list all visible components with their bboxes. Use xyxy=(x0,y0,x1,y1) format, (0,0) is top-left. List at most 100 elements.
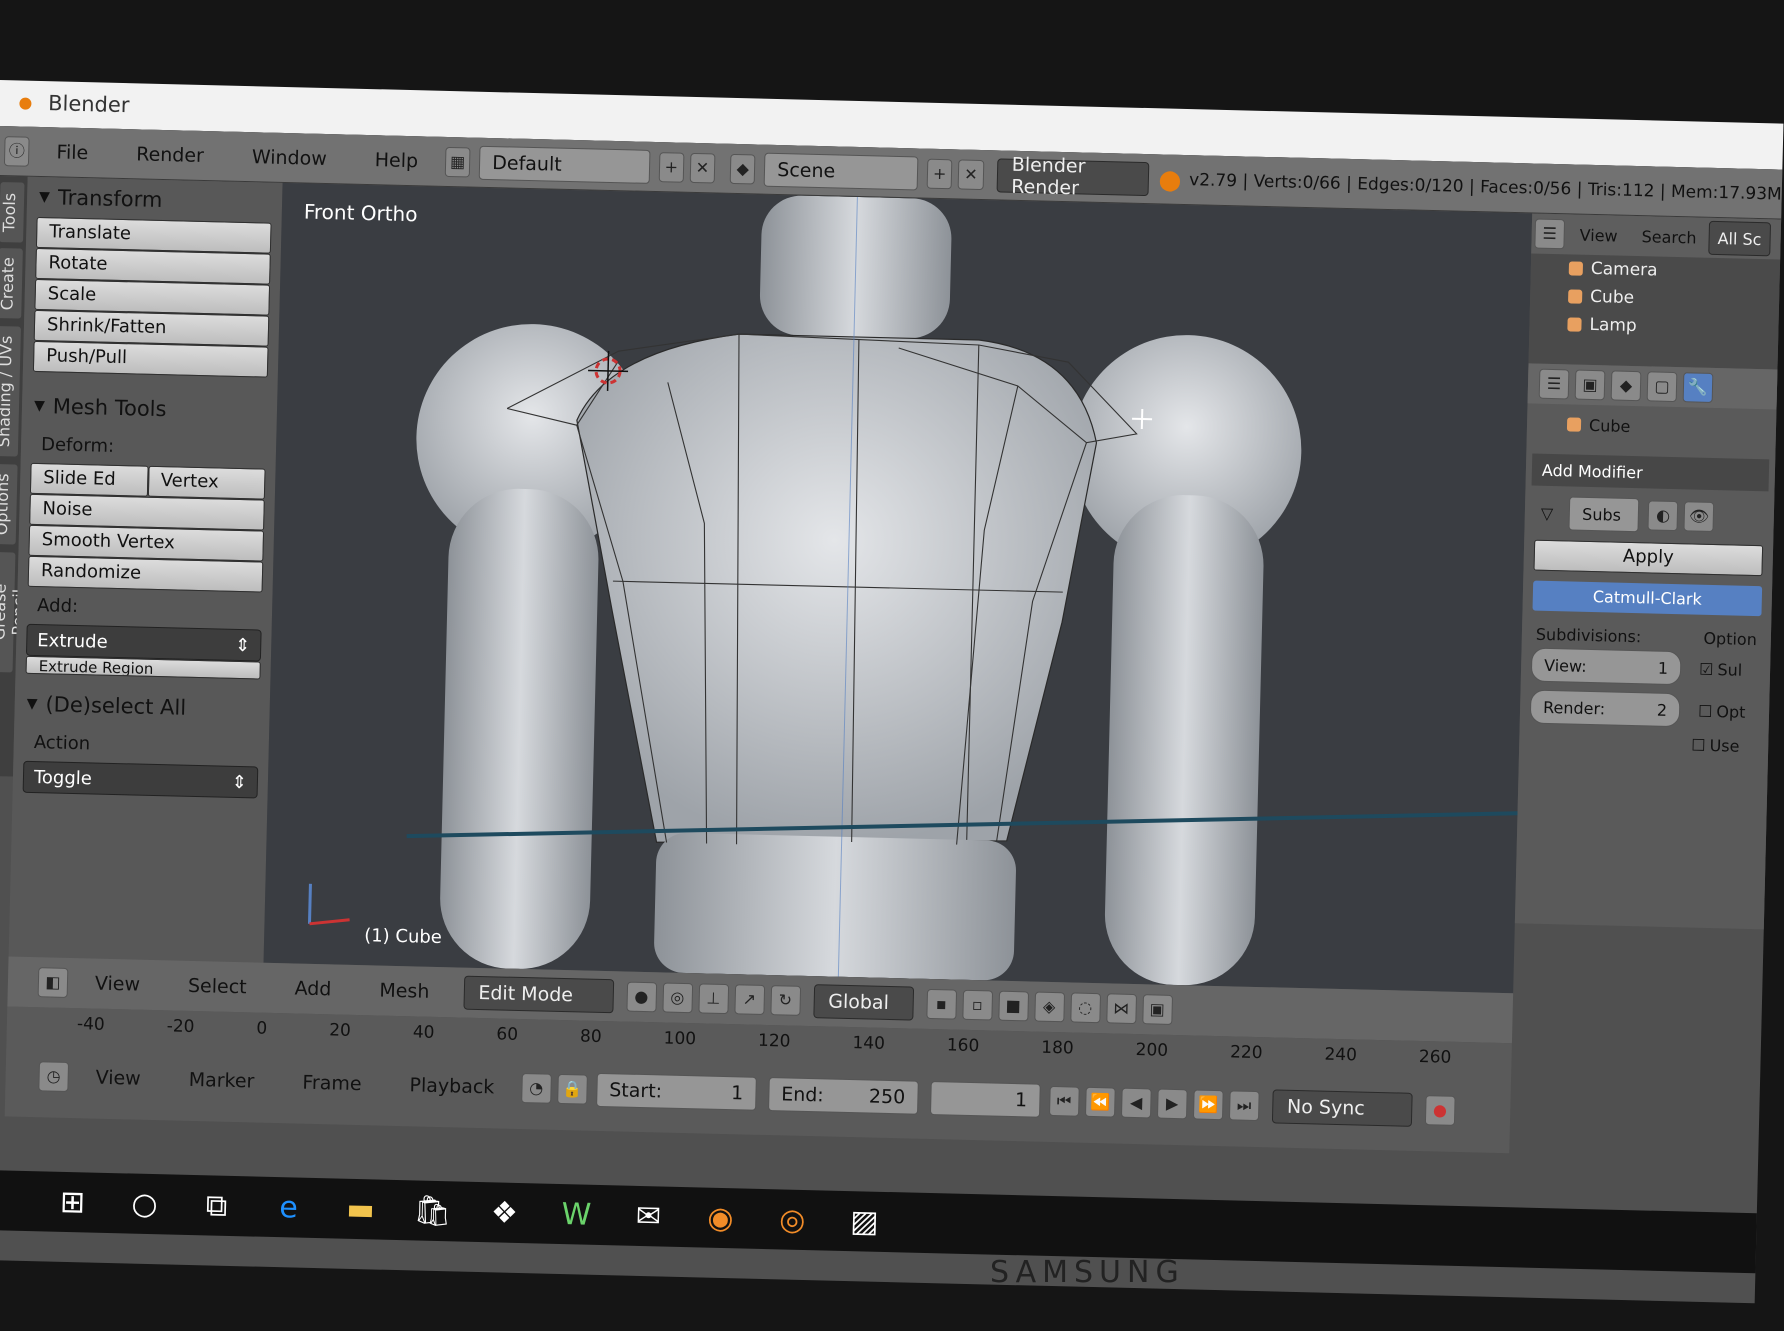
outliner-search[interactable]: Search xyxy=(1629,226,1708,247)
add-modifier-button[interactable]: Add Modifier xyxy=(1531,453,1770,492)
store-icon[interactable]: 🛍 xyxy=(402,1186,463,1235)
expand-triangle-icon[interactable]: ▽ xyxy=(1541,503,1554,522)
orientation-select[interactable]: Global xyxy=(812,984,914,1021)
3d-viewport[interactable]: Front Ortho (1) Cube xyxy=(263,182,1533,994)
sync-select[interactable]: No Sync xyxy=(1271,1089,1413,1127)
tl-menu-marker[interactable]: Marker xyxy=(164,1068,278,1093)
scene-field[interactable]: Scene xyxy=(763,152,919,190)
outliner-view[interactable]: View xyxy=(1567,225,1629,246)
record-icon[interactable]: ● xyxy=(1424,1095,1456,1126)
tab-tools[interactable]: Tools xyxy=(0,182,25,243)
photos-icon[interactable]: ▨ xyxy=(834,1197,895,1246)
manipulator-icon[interactable]: ⊥ xyxy=(697,983,729,1015)
dropbox-icon[interactable]: ❖ xyxy=(474,1188,535,1237)
tl-menu-playback[interactable]: Playback xyxy=(385,1074,518,1099)
vertex-select-icon[interactable]: ▪ xyxy=(925,988,957,1020)
tab-shading-uvs[interactable]: Shading / UVs xyxy=(0,325,21,457)
render-engine-select[interactable]: Blender Render xyxy=(996,153,1150,199)
remove-scene-icon[interactable]: ✕ xyxy=(957,158,984,190)
checkbox-icon[interactable]: ☐ xyxy=(1691,736,1706,755)
play-icon[interactable]: ▶ xyxy=(1156,1088,1188,1120)
render-toggle-icon[interactable]: ◐ xyxy=(1647,500,1679,532)
app-w-icon[interactable]: W xyxy=(546,1190,607,1239)
modifier-tab-icon[interactable]: 🔧 xyxy=(1682,372,1714,403)
blender-taskbar-icon[interactable]: ◎ xyxy=(762,1195,823,1244)
face-select-icon[interactable]: ■ xyxy=(997,990,1029,1022)
auto-keyframe-icon[interactable]: ◔ xyxy=(520,1073,552,1104)
props-context: Cube xyxy=(1527,403,1777,449)
menu-file[interactable]: File xyxy=(32,140,112,164)
view-toggle-icon[interactable]: 👁 xyxy=(1683,501,1715,533)
edge-browser-icon[interactable]: e xyxy=(258,1183,319,1232)
transform-panel-header[interactable]: ▼ Transform xyxy=(27,177,283,223)
add-scene-icon[interactable]: + xyxy=(926,158,953,189)
catmull-clark-option[interactable]: Catmull-Clark xyxy=(1532,580,1763,617)
tl-menu-frame[interactable]: Frame xyxy=(278,1071,386,1096)
timeline-editor-icon[interactable]: ◷ xyxy=(38,1061,70,1092)
props-editor-icon[interactable]: ☰ xyxy=(1538,368,1570,400)
vp-menu-mesh[interactable]: Mesh xyxy=(355,979,454,1003)
checkbox-checked-icon[interactable]: ☑ xyxy=(1699,659,1714,678)
view-levels-field[interactable]: View: 1 xyxy=(1530,647,1682,686)
scene-tab-icon[interactable]: ◆ xyxy=(1610,370,1642,402)
layout-icon[interactable]: ▦ xyxy=(444,146,471,178)
slide-edge-button[interactable]: Slide Ed xyxy=(29,462,149,497)
action-toggle-select[interactable]: Toggle ⇕ xyxy=(22,760,259,799)
push-pull-button[interactable]: Push/Pull xyxy=(32,340,269,378)
proportional-edit-icon[interactable]: ◌ xyxy=(1069,992,1101,1024)
object-tab-icon[interactable]: ▢ xyxy=(1646,371,1678,403)
lock-icon[interactable]: 🔒 xyxy=(556,1073,588,1105)
editor-type-icon[interactable]: ◧ xyxy=(37,967,69,998)
start-frame-field[interactable]: Start: 1 xyxy=(595,1072,757,1111)
menu-render[interactable]: Render xyxy=(112,142,228,167)
tl-menu-view[interactable]: View xyxy=(71,1066,165,1090)
play-reverse-icon[interactable]: ◀ xyxy=(1120,1087,1152,1119)
windows-start-icon[interactable]: ⊞ xyxy=(42,1177,103,1226)
add-layout-icon[interactable]: + xyxy=(658,151,685,183)
snap-icon[interactable]: ⋈ xyxy=(1105,993,1137,1025)
jump-end-icon[interactable]: ⏭ xyxy=(1228,1090,1260,1122)
render-preview-icon[interactable]: ▣ xyxy=(1141,994,1173,1025)
scene-icon[interactable]: ◆ xyxy=(729,153,756,184)
mode-select[interactable]: Edit Mode xyxy=(462,975,614,1014)
current-frame-field[interactable]: 1 xyxy=(929,1081,1041,1118)
outliner-item-lamp[interactable]: Lamp xyxy=(1529,309,1779,343)
edge-select-icon[interactable]: ▫ xyxy=(961,989,993,1021)
end-frame-field[interactable]: End: 250 xyxy=(767,1077,919,1115)
menu-help[interactable]: Help xyxy=(351,148,443,172)
tab-create[interactable]: Create xyxy=(0,248,23,319)
translate-manipulator-icon[interactable]: ↗ xyxy=(733,984,765,1015)
vp-menu-select[interactable]: Select xyxy=(164,974,271,999)
vertex-slide-button[interactable]: Vertex xyxy=(147,465,266,500)
remove-layout-icon[interactable]: ✕ xyxy=(689,152,716,183)
step-back-icon[interactable]: ⏪ xyxy=(1084,1086,1116,1118)
task-view-icon[interactable]: ⧉ xyxy=(186,1181,247,1230)
render-tab-icon[interactable]: ▣ xyxy=(1574,369,1606,401)
deselect-panel-header[interactable]: ▼ (De)select All xyxy=(14,684,270,730)
mail-icon[interactable]: ✉ xyxy=(618,1191,679,1240)
tab-grease-pencil[interactable]: Grease Pencil xyxy=(0,551,29,673)
apply-button[interactable]: Apply xyxy=(1533,539,1764,577)
rotate-manipulator-icon[interactable]: ↻ xyxy=(769,985,801,1016)
jump-start-icon[interactable]: ⏮ xyxy=(1048,1085,1080,1117)
firefox-icon[interactable]: ◉ xyxy=(690,1193,751,1242)
info-editor-icon[interactable]: ⓘ xyxy=(3,135,30,167)
mesh-tools-panel-header[interactable]: ▼ Mesh Tools xyxy=(22,386,278,432)
layout-field[interactable]: Default xyxy=(478,145,651,184)
file-explorer-icon[interactable]: ▬ xyxy=(330,1184,391,1233)
render-levels-field[interactable]: Render: 2 xyxy=(1529,689,1681,728)
outliner-editor-icon[interactable]: ☰ xyxy=(1534,218,1566,250)
search-icon[interactable]: ○ xyxy=(114,1179,175,1228)
vp-menu-view[interactable]: View xyxy=(71,972,165,996)
menu-window[interactable]: Window xyxy=(228,145,351,170)
modifier-name-field[interactable]: Subs xyxy=(1568,496,1640,533)
step-forward-icon[interactable]: ⏩ xyxy=(1192,1089,1224,1121)
tab-options[interactable]: Options xyxy=(0,463,18,545)
limit-selection-icon[interactable]: ◈ xyxy=(1033,991,1065,1023)
collapse-triangle-icon: ▼ xyxy=(38,188,51,206)
outliner-filter[interactable]: All Sc xyxy=(1708,220,1771,257)
pivot-icon[interactable]: ◎ xyxy=(661,982,693,1014)
vp-menu-add[interactable]: Add xyxy=(270,977,355,1001)
shading-icon[interactable]: ● xyxy=(625,981,657,1013)
checkbox-icon[interactable]: ☐ xyxy=(1698,701,1713,720)
